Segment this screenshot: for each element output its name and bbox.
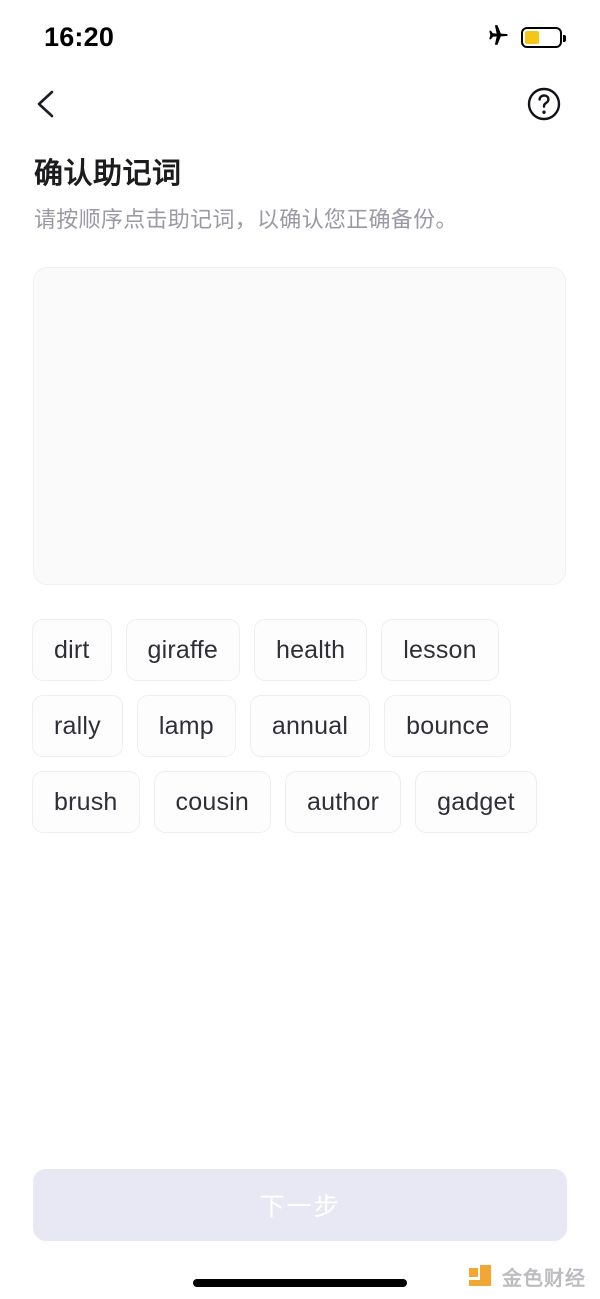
- page-subtitle: 请按顺序点击助记词，以确认您正确备份。: [34, 207, 458, 233]
- word-chip[interactable]: author: [285, 771, 402, 834]
- selected-words-area[interactable]: [33, 267, 566, 586]
- jinse-logo-icon: [469, 1264, 495, 1289]
- word-chip[interactable]: health: [253, 619, 368, 682]
- word-chip[interactable]: cousin: [153, 771, 272, 834]
- word-chip[interactable]: bounce: [384, 695, 512, 758]
- logo-block-a: [469, 1267, 478, 1277]
- chevron-left-icon: [33, 89, 59, 124]
- word-chip[interactable]: lesson: [381, 619, 499, 682]
- airplane-mode-icon: [484, 22, 510, 53]
- cta-container: 下一步: [0, 1169, 600, 1241]
- word-chip[interactable]: annual: [249, 695, 371, 758]
- word-chip[interactable]: rally: [32, 695, 123, 758]
- help-button[interactable]: [522, 84, 566, 128]
- word-chip[interactable]: giraffe: [125, 619, 240, 682]
- page-title: 确认助记词: [34, 158, 182, 190]
- watermark-text: 金色财经: [502, 1268, 586, 1290]
- word-chip[interactable]: gadget: [415, 771, 537, 834]
- navigation-bar: [0, 74, 600, 138]
- page-header: 确认助记词 请按顺序点击助记词，以确认您正确备份。: [0, 138, 600, 236]
- logo-block-c: [469, 1279, 482, 1286]
- word-chip[interactable]: brush: [32, 771, 140, 834]
- watermark: 金色财经: [469, 1262, 586, 1291]
- status-bar: 16:20: [0, 0, 600, 74]
- status-bar-time: 16:20: [44, 21, 115, 52]
- battery-fill-level: [525, 30, 540, 44]
- status-bar-indicators: [484, 22, 566, 53]
- word-chip[interactable]: dirt: [32, 619, 112, 682]
- question-mark-circle-icon: [526, 86, 562, 127]
- word-chip[interactable]: lamp: [136, 695, 236, 758]
- back-button[interactable]: [24, 84, 68, 128]
- next-step-button[interactable]: 下一步: [33, 1169, 567, 1241]
- word-pool: dirt giraffe health lesson rally lamp annual bo…: [32, 619, 570, 834]
- battery-low-power-icon: [521, 26, 566, 48]
- home-indicator: [193, 1279, 407, 1287]
